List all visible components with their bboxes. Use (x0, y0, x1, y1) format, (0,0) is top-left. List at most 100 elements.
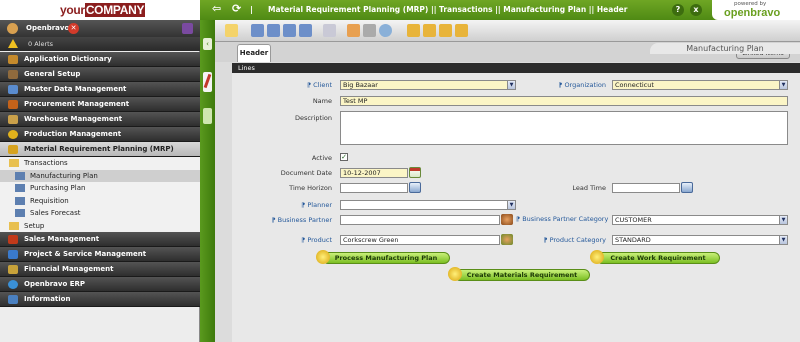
last-record-icon[interactable] (455, 24, 468, 37)
lead-time-label: Lead Time (572, 184, 606, 192)
menu-item-openbravo-erp[interactable]: Openbravo ERP (0, 277, 200, 292)
product-category-label: ⁋ Product Category (543, 236, 606, 244)
product-input[interactable]: Corkscrew Green (340, 235, 500, 245)
save-close-icon[interactable] (299, 24, 312, 37)
chevron-down-icon: ▼ (779, 216, 787, 224)
attachment-icon[interactable] (363, 24, 376, 37)
save-new-icon[interactable] (267, 24, 280, 37)
menu-item-mrp[interactable]: Material Requirement Planning (MRP) (0, 142, 200, 157)
menu-options-icon[interactable] (182, 23, 193, 34)
undo-icon[interactable] (347, 24, 360, 37)
folder-icon (8, 70, 18, 79)
save-icon[interactable] (251, 24, 264, 37)
submenu-item-sales-forecast[interactable]: Sales Forecast (0, 207, 200, 220)
warning-icon (8, 39, 18, 48)
help-icon[interactable]: ? (672, 4, 684, 16)
folder-icon (8, 265, 18, 274)
folder-icon (8, 85, 18, 94)
active-checkbox[interactable]: ✓ (340, 153, 348, 161)
folder-open-icon (8, 145, 18, 154)
info-icon (8, 295, 18, 304)
submenu-transactions[interactable]: Transactions (0, 157, 200, 170)
client-label: ⁋ Client (306, 81, 332, 89)
previous-record-icon[interactable] (423, 24, 436, 37)
sidebar: Openbravo ✕ 0 Alerts Application Diction… (0, 20, 200, 342)
description-label: Description (294, 114, 332, 122)
menu-item-application-dictionary[interactable]: Application Dictionary (0, 52, 200, 67)
collapse-menu-icon[interactable]: ‹ (203, 38, 212, 50)
organization-label: ⁋ Organization (558, 81, 606, 89)
product-search-icon[interactable] (501, 234, 513, 245)
chevron-down-icon: ▼ (779, 236, 787, 244)
submenu-setup[interactable]: Setup (0, 219, 200, 232)
calendar-icon[interactable] (409, 167, 421, 178)
product-category-select[interactable]: STANDARD ▼ (612, 235, 788, 245)
next-record-icon[interactable] (439, 24, 452, 37)
edit-view-icon[interactable] (203, 72, 212, 92)
name-input[interactable]: Test MP (340, 96, 788, 106)
back-arrow-icon[interactable]: ⇦ (212, 2, 221, 15)
client-select[interactable]: Big Bazaar ▼ (340, 80, 516, 90)
erp-icon (8, 280, 18, 289)
first-record-icon[interactable] (407, 24, 420, 37)
organization-select[interactable]: Connecticut ▼ (612, 80, 788, 90)
menu-item-information[interactable]: Information (0, 292, 200, 307)
bp-category-label: ⁋ Business Partner Category (516, 215, 609, 223)
menu-item-sales-management[interactable]: Sales Management (0, 232, 200, 247)
folder-icon (9, 221, 19, 230)
business-partner-input[interactable] (340, 215, 500, 225)
submenu-item-purchasing-plan[interactable]: Purchasing Plan (0, 182, 200, 195)
calculator-icon[interactable] (409, 182, 421, 193)
calculator-icon[interactable] (681, 182, 693, 193)
name-label: Name (312, 97, 332, 105)
user-name[interactable]: Openbravo (26, 24, 69, 32)
time-horizon-input[interactable] (340, 183, 408, 193)
grid-view-icon[interactable] (203, 108, 212, 124)
view-toggle-strip: ‹ (200, 20, 215, 342)
tab-lines[interactable]: Lines (232, 63, 800, 73)
close-session-icon[interactable]: x (690, 4, 702, 16)
menu-item-warehouse-management[interactable]: Warehouse Management (0, 112, 200, 127)
folder-icon (8, 55, 18, 64)
planner-label: ⁋ Planner (301, 201, 332, 209)
search-icon[interactable] (379, 24, 392, 37)
gear-icon (316, 250, 330, 264)
gear-icon (590, 250, 604, 264)
openbravo-logo: powered by openbravo (712, 0, 800, 20)
menu-item-master-data-management[interactable]: Master Data Management (0, 82, 200, 97)
folder-icon (8, 115, 18, 124)
helmet-icon (8, 130, 18, 139)
menu-item-procurement-management[interactable]: Procurement Management (0, 97, 200, 112)
user-bar: Openbravo ✕ (0, 20, 200, 37)
document-date-input[interactable]: 10-12-2007 (340, 168, 408, 178)
process-manufacturing-plan-button[interactable]: Process Manufacturing Plan (316, 250, 450, 264)
logout-icon[interactable]: ✕ (68, 23, 79, 34)
tab-header[interactable]: Header (237, 44, 271, 62)
submenu-item-manufacturing-plan[interactable]: Manufacturing Plan (0, 169, 200, 182)
new-record-icon[interactable] (225, 24, 238, 37)
menu-item-financial-management[interactable]: Financial Management (0, 262, 200, 277)
chevron-down-icon: ▼ (779, 81, 787, 89)
create-work-requirement-button[interactable]: Create Work Requirement (590, 250, 720, 264)
window-title: Manufacturing Plan (650, 43, 800, 54)
menu-item-general-setup[interactable]: General Setup (0, 67, 200, 82)
menu-item-project-service-management[interactable]: Project & Service Management (0, 247, 200, 262)
active-label: Active (311, 154, 332, 162)
alerts-bar[interactable]: 0 Alerts (0, 37, 200, 51)
description-textarea[interactable] (340, 111, 788, 145)
submenu-item-requisition[interactable]: Requisition (0, 194, 200, 207)
lead-time-input[interactable] (612, 183, 680, 193)
folder-icon (8, 235, 18, 244)
bp-category-select[interactable]: CUSTOMER ▼ (612, 215, 788, 225)
brand-name: openbravo (724, 7, 781, 19)
save-next-icon[interactable] (283, 24, 296, 37)
breadcrumb[interactable]: Material Requirement Planning (MRP) || T… (268, 5, 627, 14)
refresh-icon[interactable]: ⟳ (232, 2, 241, 15)
create-materials-requirement-button[interactable]: Create Materials Requirement (448, 267, 590, 281)
planner-select[interactable]: ▼ (340, 200, 516, 210)
menu-item-production-management[interactable]: Production Management (0, 127, 200, 142)
window-icon (15, 196, 25, 205)
folder-open-icon (9, 159, 19, 167)
business-partner-search-icon[interactable] (501, 214, 513, 225)
delete-icon[interactable] (323, 24, 336, 37)
